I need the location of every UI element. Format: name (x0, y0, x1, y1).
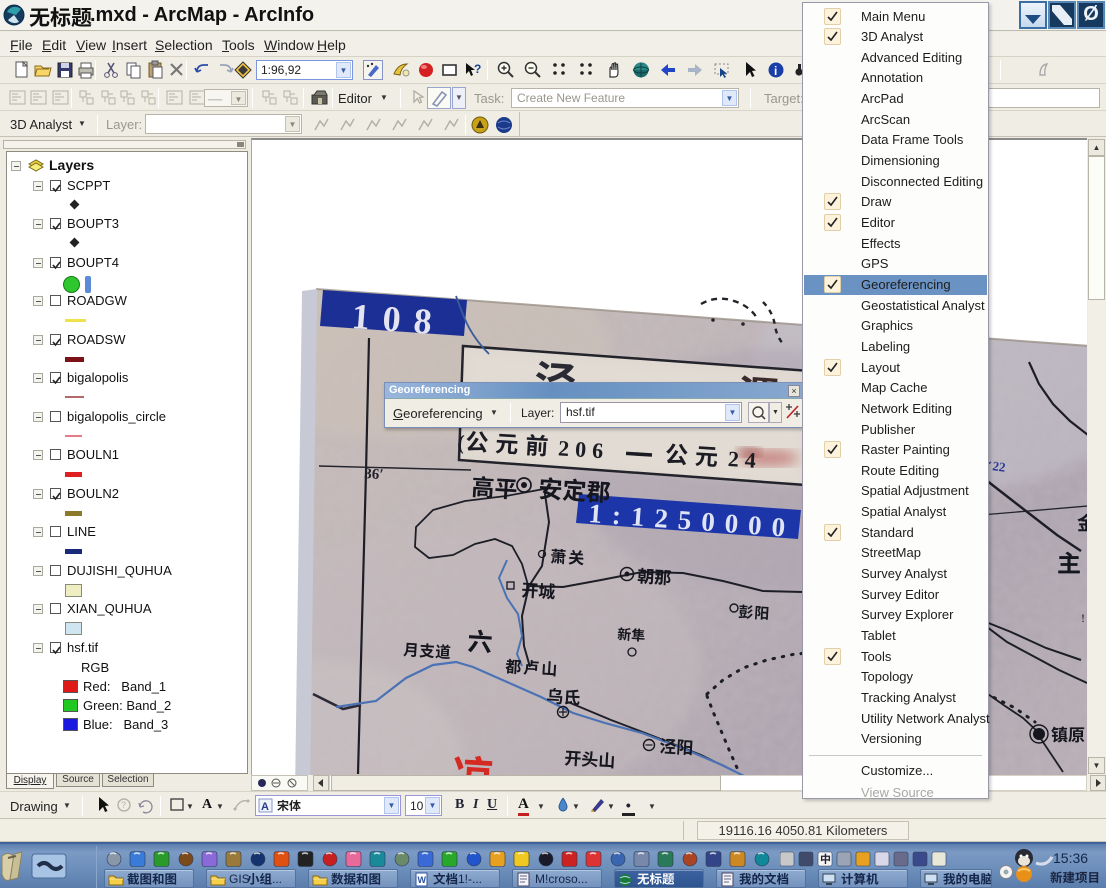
svg-text:24: 24 (727, 446, 763, 473)
svg-text:?: ? (474, 62, 481, 76)
svg-text:A: A (261, 801, 269, 813)
svg-text:22: 22 (992, 458, 1007, 475)
svg-text:108: 108 (350, 296, 446, 343)
svg-text:206: 206 (557, 435, 609, 463)
svg-text:i: i (774, 64, 777, 78)
svg-text:36′: 36′ (364, 466, 384, 483)
svg-text:!: ! (1081, 611, 1085, 625)
svg-text:W: W (418, 875, 427, 885)
svg-text:?: ? (121, 800, 126, 810)
